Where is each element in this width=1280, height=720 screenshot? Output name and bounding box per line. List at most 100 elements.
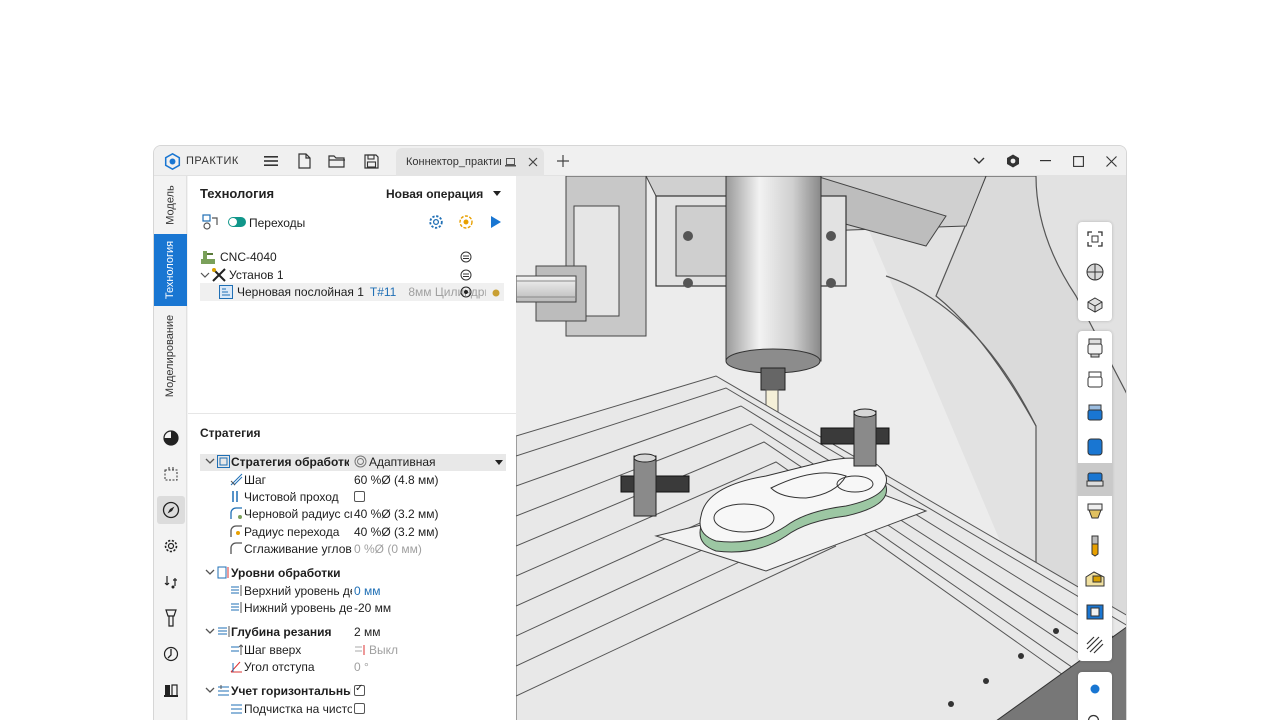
- dropdown-arrow-icon[interactable]: [495, 460, 503, 465]
- fixture-toolbar-icon[interactable]: [1078, 595, 1112, 628]
- object-toolbar: [1078, 331, 1112, 661]
- step-up-state-icon: [355, 645, 365, 655]
- prop-group-levels[interactable]: Уровни обработки: [188, 565, 516, 582]
- save-icon[interactable]: [360, 151, 382, 171]
- chevron-down-icon[interactable]: [968, 151, 990, 171]
- prop-cleanup[interactable]: Подчистка на чистово: [188, 701, 516, 718]
- minimize-icon[interactable]: [1034, 151, 1056, 171]
- step-up-icon: [231, 644, 243, 655]
- iso-view-icon[interactable]: [1078, 288, 1112, 321]
- tool-holder-2-icon[interactable]: [1078, 364, 1112, 397]
- tab-technology-label: Технология: [164, 240, 177, 300]
- prop-value[interactable]: 0 %Ø (0 мм): [354, 542, 422, 556]
- add-tab-icon[interactable]: [552, 151, 574, 171]
- dot-marker-icon[interactable]: [1078, 672, 1112, 705]
- chevron-down-icon[interactable]: [205, 567, 215, 577]
- chevron-down-icon[interactable]: [205, 456, 215, 466]
- prop-value[interactable]: 0 мм: [354, 584, 381, 598]
- tree-status-icon[interactable]: [460, 269, 472, 281]
- dial-icon[interactable]: [157, 640, 185, 668]
- operation-target-icon[interactable]: [460, 286, 472, 298]
- dropdown-arrow-icon: [492, 191, 501, 196]
- tree-operation[interactable]: Черновая послойная 1 T#11 8мм Цилиндрич: [219, 283, 486, 301]
- status-dot-icon: [492, 289, 500, 297]
- 3d-viewport[interactable]: [516, 176, 1126, 720]
- prop-label: Учет горизонтальных: [231, 684, 351, 698]
- prop-corner-smoothing[interactable]: Сглаживание углов 0 %Ø (0 мм): [188, 541, 516, 558]
- prop-step-up[interactable]: Шаг вверх Выкл: [188, 642, 516, 659]
- compass-icon[interactable]: [157, 496, 185, 524]
- tool-holder-6-icon[interactable]: [1078, 496, 1112, 529]
- document-tab[interactable]: Коннектор_практик: [396, 148, 544, 176]
- tab-technology[interactable]: Технология: [154, 234, 187, 306]
- cleanup-checkbox[interactable]: [354, 703, 365, 714]
- tool-holder-1-icon[interactable]: [1078, 331, 1112, 364]
- open-folder-icon[interactable]: [326, 151, 348, 171]
- tool-holder-3-icon[interactable]: [1078, 397, 1112, 430]
- laptop-icon: [505, 157, 516, 166]
- stock-icon[interactable]: [1078, 562, 1112, 595]
- title-bar: ПРАКТИК Коннектор_практик: [154, 146, 1126, 176]
- finish-pass-icon: [232, 491, 238, 502]
- prop-value[interactable]: 40 %Ø (3.2 мм): [354, 525, 439, 539]
- transitions-toggle[interactable]: [228, 217, 246, 227]
- menu-icon[interactable]: [260, 151, 282, 171]
- chevron-down-icon[interactable]: [205, 685, 215, 695]
- prop-bottom-level[interactable]: Нижний уровень дета -20 мм: [188, 600, 516, 617]
- extra-toolbar: [1078, 672, 1112, 720]
- horizontal-checkbox[interactable]: [354, 683, 365, 696]
- prop-label: Глубина резания: [231, 625, 332, 639]
- prop-retract-angle[interactable]: Угол отступа 0 °: [188, 659, 516, 676]
- fixture-icon[interactable]: [157, 676, 185, 704]
- tool-bit-icon[interactable]: [1078, 529, 1112, 562]
- generate-icon[interactable]: [458, 214, 474, 230]
- tool-path-icon[interactable]: [157, 568, 185, 596]
- shading-icon[interactable]: [157, 424, 185, 452]
- settings-hexagon-icon[interactable]: [1002, 151, 1024, 171]
- tool-holder-5-icon[interactable]: [1078, 463, 1112, 496]
- chevron-down-icon[interactable]: [200, 270, 210, 280]
- prop-group-cut-depth[interactable]: Глубина резания 2 мм: [188, 624, 516, 641]
- technology-panel: Технология Новая операция Переходы CNC-4…: [188, 176, 516, 720]
- tree-machine[interactable]: CNC-4040: [200, 248, 277, 266]
- tree-setup[interactable]: Установ 1: [200, 266, 284, 284]
- prop-finish-pass[interactable]: Чистовой проход: [188, 489, 516, 506]
- prop-rough-radius[interactable]: Черновой радиус сгл 40 %Ø (3.2 мм): [188, 506, 516, 523]
- prop-transition-radius[interactable]: Радиус перехода 40 %Ø (3.2 мм): [188, 524, 516, 541]
- prop-value[interactable]: 0 °: [354, 660, 369, 674]
- maximize-icon[interactable]: [1067, 151, 1089, 171]
- tool-holder-4-icon[interactable]: [1078, 430, 1112, 463]
- gear-icon[interactable]: [157, 532, 185, 560]
- cutter-icon[interactable]: [157, 604, 185, 632]
- cnc-machine-icon: [201, 251, 215, 264]
- tree-status-icon[interactable]: [460, 251, 472, 263]
- prop-top-level[interactable]: Верхний уровень дет 0 мм: [188, 583, 516, 600]
- close-tab-icon[interactable]: [528, 157, 538, 167]
- prop-value[interactable]: 60 %Ø (4.8 мм): [354, 473, 439, 487]
- prop-label: Верхний уровень дет: [244, 584, 352, 598]
- play-simulation-icon[interactable]: [490, 215, 502, 229]
- prop-step[interactable]: Шаг 60 %Ø (4.8 мм): [188, 472, 516, 489]
- chevron-down-icon[interactable]: [205, 626, 215, 636]
- prop-value[interactable]: Выкл: [369, 643, 398, 657]
- prop-value[interactable]: 40 %Ø (3.2 мм): [354, 507, 439, 521]
- hatch-icon[interactable]: [1078, 628, 1112, 661]
- settings-gear-icon[interactable]: [428, 214, 444, 230]
- prop-value[interactable]: 2 мм: [354, 625, 381, 639]
- new-operation-button[interactable]: Новая операция: [386, 187, 501, 201]
- machine-setup-icon[interactable]: [202, 214, 220, 230]
- fit-view-icon[interactable]: [1078, 222, 1112, 255]
- stock-box-icon[interactable]: [157, 460, 185, 488]
- prop-strategy-type[interactable]: Стратегия обработки Адаптивная: [188, 454, 516, 471]
- sphere-view-icon[interactable]: [1078, 255, 1112, 288]
- tab-model[interactable]: Модель: [154, 176, 187, 234]
- new-file-icon[interactable]: [293, 151, 315, 171]
- finish-pass-checkbox[interactable]: [354, 491, 365, 502]
- search-icon[interactable]: [1078, 705, 1112, 720]
- strategy-select-value[interactable]: Адаптивная: [369, 455, 436, 469]
- prop-label: Нижний уровень дета: [244, 601, 352, 615]
- tab-modeling[interactable]: Моделирование: [154, 312, 187, 400]
- close-window-icon[interactable]: [1100, 151, 1122, 171]
- prop-value[interactable]: -20 мм: [354, 601, 391, 615]
- prop-group-horizontal[interactable]: Учет горизонтальных: [188, 683, 516, 700]
